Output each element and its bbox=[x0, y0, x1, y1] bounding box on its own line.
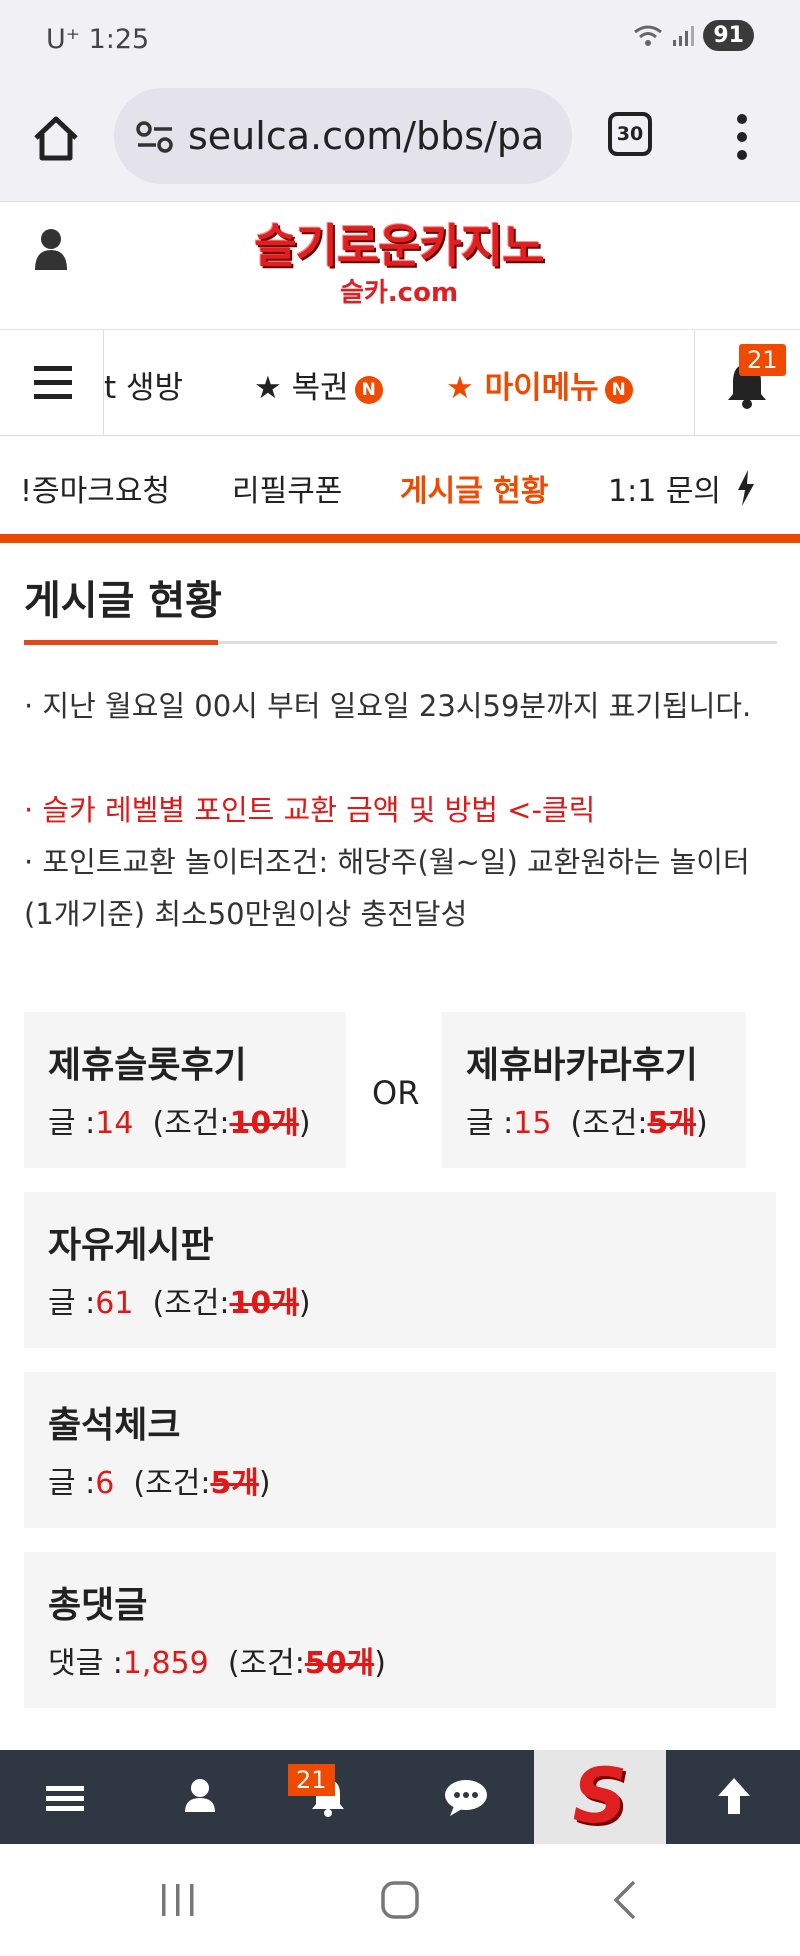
condition-value: 5개 bbox=[647, 1106, 697, 1141]
page-title: 게시글 현황 bbox=[24, 578, 222, 624]
lightning-icon bbox=[738, 470, 754, 506]
back-icon[interactable] bbox=[610, 1880, 640, 1920]
comment-count: 1,859 bbox=[122, 1646, 209, 1681]
subnav-underline bbox=[0, 534, 800, 543]
stat-card-free-board: 자유게시판 글 :61 (조건:10개) bbox=[24, 1192, 776, 1348]
status-indicators: 91 bbox=[633, 20, 754, 51]
nav-item-lottery[interactable]: ★ 복권 N bbox=[254, 362, 383, 407]
stat-card-baccarat-review: 제휴바카라후기 글 :15 (조건:5개) bbox=[442, 1012, 746, 1168]
nav-item-label: ★ 마이메뉴 bbox=[446, 370, 599, 406]
notifications-button[interactable]: 21 bbox=[694, 330, 800, 436]
card-title: 제휴바카라후기 bbox=[466, 1045, 698, 1086]
address-bar[interactable]: seulca.com/bbs/pa bbox=[114, 88, 572, 184]
site-header: 슬기로운카지노 슬카.com bbox=[0, 202, 800, 330]
nav-item-live[interactable]: t 생방 bbox=[104, 362, 183, 407]
url-text: seulca.com/bbs/pa bbox=[188, 114, 545, 158]
card-count-line: 글 :15 (조건:5개) bbox=[466, 1106, 708, 1141]
card-count-line: 글 :14 (조건:10개) bbox=[48, 1106, 311, 1141]
system-nav-bar bbox=[0, 1844, 800, 1956]
logo-main-text: 슬기로운카지노 bbox=[254, 219, 544, 273]
card-count-line: 글 :61 (조건:10개) bbox=[48, 1286, 311, 1321]
user-icon[interactable] bbox=[34, 228, 68, 272]
nav-items: t 생방 ★ 복권 N ★ 마이메뉴 N bbox=[104, 330, 694, 436]
condition-value: 10개 bbox=[229, 1286, 299, 1321]
subnav-item-post-status[interactable]: 게시글 현황 bbox=[400, 466, 548, 510]
sub-nav: !증마크요청 리필쿠폰 게시글 현황 1:1 문의 bbox=[0, 436, 800, 534]
new-badge: N bbox=[604, 375, 633, 404]
condition-value: 10개 bbox=[229, 1106, 299, 1141]
nav-item-my-menu[interactable]: ★ 마이메뉴 N bbox=[446, 362, 633, 407]
condition-value: 50개 bbox=[304, 1646, 375, 1681]
site-settings-icon[interactable] bbox=[136, 120, 174, 154]
stat-card-total-comments: 총댓글 댓글 :1,859 (조건:50개) bbox=[24, 1552, 776, 1708]
stat-card-attendance: 출석체크 글 :6 (조건:5개) bbox=[24, 1372, 776, 1528]
nav-item-label: ★ 복권 bbox=[254, 370, 349, 406]
notice-point-exchange-link[interactable]: · 슬카 레벨별 포인트 교환 금액 및 방법 <-클릭 bbox=[24, 784, 776, 836]
main-nav: t 생방 ★ 복권 N ★ 마이메뉴 N 21 bbox=[0, 330, 800, 436]
hamburger-menu-icon[interactable] bbox=[0, 330, 104, 436]
post-count: 6 bbox=[95, 1466, 115, 1501]
brand-logo-letter: S bbox=[572, 1751, 628, 1840]
tab-switcher-button[interactable]: 30 bbox=[608, 112, 652, 156]
menu-icon[interactable] bbox=[44, 1750, 88, 1844]
condition-value: 5개 bbox=[210, 1466, 259, 1501]
card-count-line: 글 :6 (조건:5개) bbox=[48, 1466, 271, 1501]
notification-count-badge: 21 bbox=[288, 1764, 335, 1796]
browser-toolbar: seulca.com/bbs/pa 30 bbox=[0, 82, 800, 202]
post-count: 61 bbox=[95, 1286, 134, 1321]
battery-indicator: 91 bbox=[703, 20, 754, 51]
post-count: 15 bbox=[513, 1106, 552, 1141]
scroll-top-icon[interactable] bbox=[712, 1750, 756, 1844]
card-count-line: 댓글 :1,859 (조건:50개) bbox=[48, 1646, 386, 1681]
wifi-icon bbox=[634, 25, 663, 46]
card-title: 자유게시판 bbox=[48, 1225, 214, 1266]
subnav-item-refill-coupon[interactable]: 리필쿠폰 bbox=[232, 466, 342, 510]
recent-apps-icon[interactable] bbox=[158, 1882, 198, 1918]
signal-icon bbox=[673, 25, 695, 46]
bottom-toolbar: 21 S bbox=[0, 1750, 800, 1844]
subnav-item-inquiry[interactable]: 1:1 문의 bbox=[608, 466, 721, 510]
or-label: OR bbox=[372, 1074, 420, 1112]
status-carrier-time: U⁺ 1:25 bbox=[46, 24, 150, 55]
card-title: 출석체크 bbox=[48, 1405, 181, 1446]
home-nav-icon[interactable] bbox=[380, 1880, 420, 1920]
stat-card-slot-review: 제휴슬롯후기 글 :14 (조건:10개) bbox=[24, 1012, 346, 1168]
brand-logo-button[interactable]: S bbox=[534, 1750, 666, 1844]
user-icon[interactable] bbox=[182, 1750, 218, 1844]
logo-sub-text: 슬카.com bbox=[339, 278, 459, 308]
subnav-item-certification[interactable]: !증마크요청 bbox=[20, 466, 170, 510]
post-count: 14 bbox=[95, 1106, 134, 1141]
home-icon[interactable] bbox=[30, 112, 82, 164]
notification-count-badge: 21 bbox=[739, 344, 786, 376]
notice-period: · 지난 월요일 00시 부터 일요일 23시59분까지 표기됩니다. bbox=[24, 689, 752, 723]
card-title: 총댓글 bbox=[48, 1585, 148, 1626]
new-badge: N bbox=[354, 375, 383, 404]
status-bar: U⁺ 1:25 91 bbox=[0, 0, 800, 82]
more-menu-icon[interactable] bbox=[732, 112, 752, 162]
card-title: 제휴슬롯후기 bbox=[48, 1045, 247, 1086]
notice-exchange-condition: · 포인트교환 놀이터조건: 해당주(월~일) 교환원하는 놀이터(1개기준) … bbox=[24, 845, 750, 931]
site-logo[interactable]: 슬기로운카지노 슬카.com bbox=[224, 210, 574, 309]
title-accent-line bbox=[24, 640, 218, 645]
chat-icon[interactable] bbox=[442, 1750, 490, 1844]
